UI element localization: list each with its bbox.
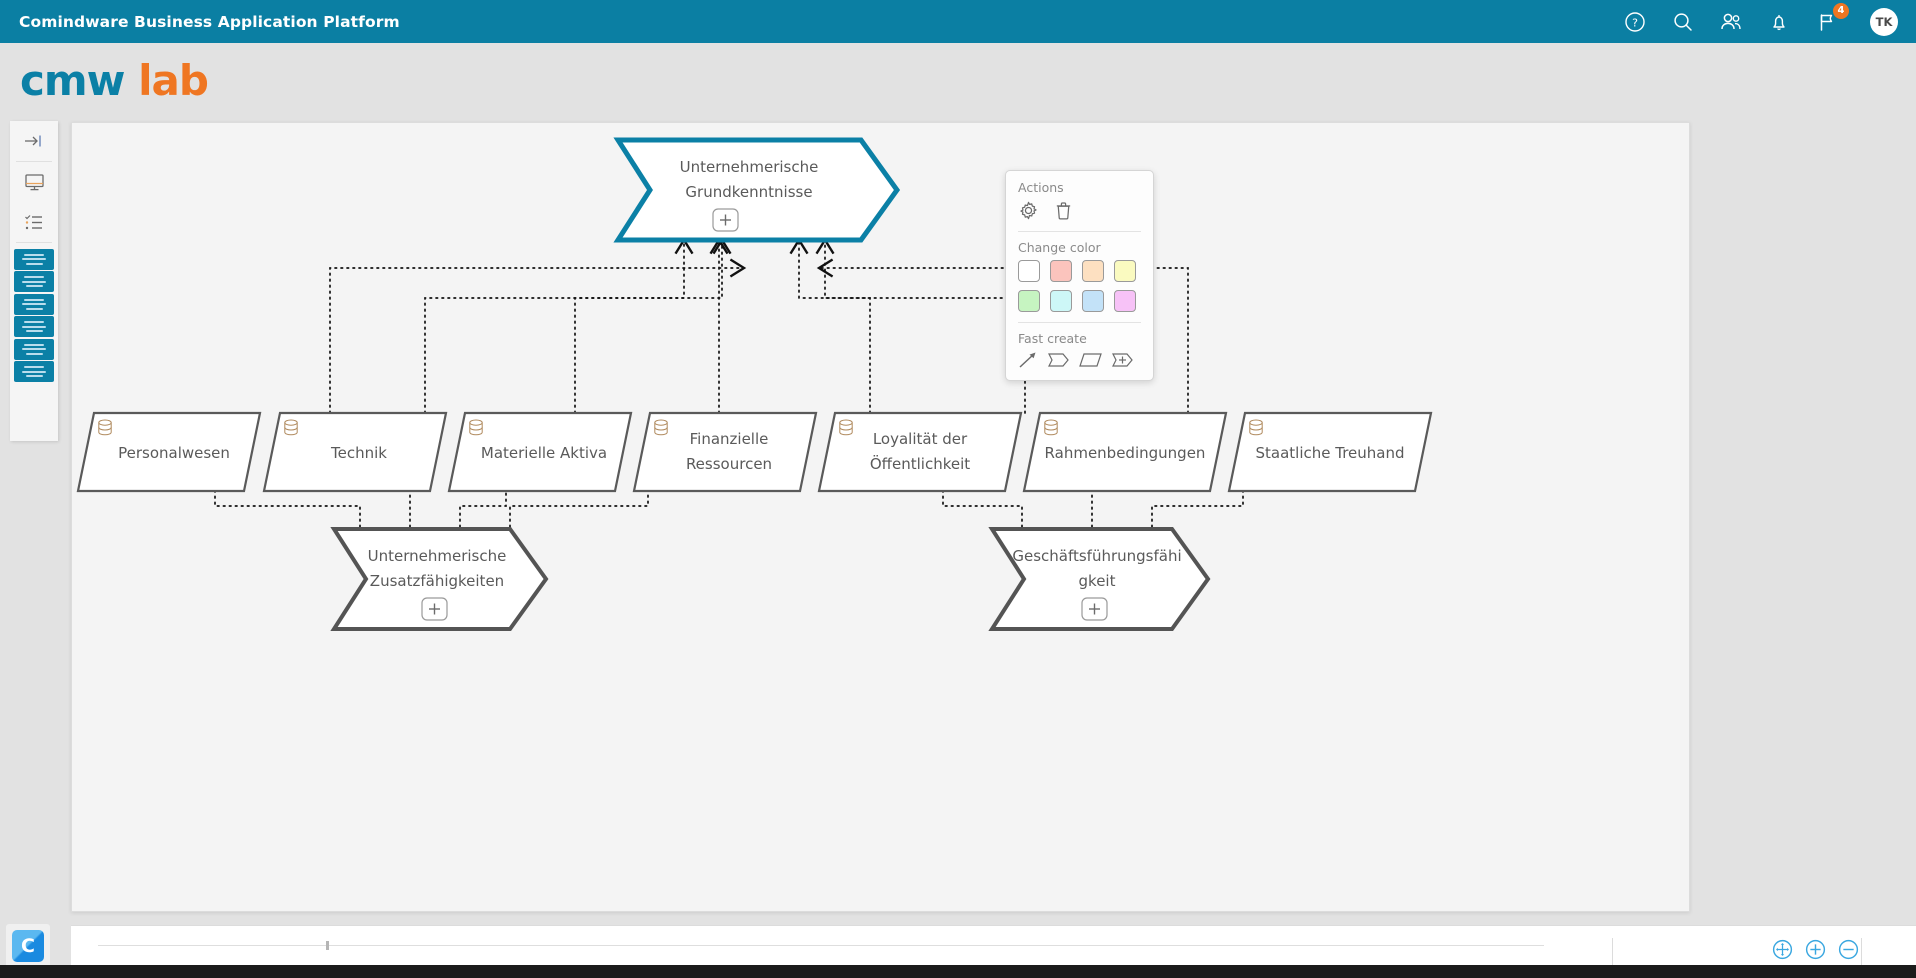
- collapse-panel-icon[interactable]: [10, 121, 58, 161]
- arrow-connector-icon[interactable]: [1018, 351, 1039, 369]
- bottom-divider-1: [1612, 938, 1613, 968]
- sidebar-item-list-4[interactable]: [14, 316, 54, 337]
- resource-node-loyalitaet-der-oeffentlichkeit[interactable]: [817, 411, 1023, 493]
- flag-badge-count: 4: [1833, 2, 1849, 19]
- color-swatch-cyan[interactable]: [1050, 290, 1072, 312]
- color-swatch-blue[interactable]: [1082, 290, 1104, 312]
- users-icon[interactable]: [1718, 9, 1744, 35]
- zoom-in-button[interactable]: [1805, 939, 1826, 960]
- color-swatch-yellow[interactable]: [1114, 260, 1136, 282]
- fit-to-screen-button[interactable]: [1772, 939, 1793, 960]
- popup-actions-title: Actions: [1018, 180, 1064, 195]
- color-swatch-green[interactable]: [1018, 290, 1040, 312]
- desktop-bottom-strip: [0, 965, 1916, 978]
- desktop-icon[interactable]: [10, 162, 58, 202]
- popup-actions-row: [1018, 200, 1141, 221]
- chevron-node-unternehmerische-grundkenntnisse[interactable]: [613, 137, 901, 243]
- checklist-icon[interactable]: [10, 202, 58, 242]
- popup-divider-1: [1018, 231, 1141, 232]
- zoom-out-button[interactable]: [1838, 939, 1859, 960]
- sidebar-item-list-6[interactable]: [14, 361, 54, 382]
- popup-change-color-title: Change color: [1018, 240, 1101, 255]
- scrollbar-handle[interactable]: [326, 941, 329, 950]
- parallelogram-shape-icon[interactable]: [1079, 351, 1103, 369]
- left-sidebar: [10, 121, 58, 441]
- color-swatch-white[interactable]: [1018, 260, 1040, 282]
- logo-lab-text: lab: [138, 56, 209, 105]
- chevron-shape-icon[interactable]: [1047, 351, 1071, 369]
- popup-fast-create-title: Fast create: [1018, 331, 1087, 346]
- diagram-svg: [76, 137, 1433, 631]
- trash-icon[interactable]: [1053, 200, 1074, 221]
- app-title: Comindware Business Application Platform: [19, 12, 400, 31]
- chevron-node-unternehmerische-zusatzfaehigkeiten[interactable]: [330, 527, 549, 631]
- sidebar-item-list-1[interactable]: [14, 248, 54, 270]
- diagram-canvas[interactable]: Unternehmerische Grundkenntnisse Unterne…: [71, 122, 1690, 912]
- resource-node-technik[interactable]: [262, 411, 448, 493]
- add-node-button[interactable]: [712, 208, 739, 232]
- svg-text:?: ?: [1632, 16, 1638, 29]
- taskbar-app-icon[interactable]: C: [12, 930, 44, 962]
- color-swatch-pink[interactable]: [1050, 260, 1072, 282]
- flag-icon[interactable]: 4: [1814, 2, 1849, 35]
- fast-create-row: [1018, 351, 1141, 369]
- popup-divider-2: [1018, 322, 1141, 323]
- resource-node-finanzielle-ressourcen[interactable]: [632, 411, 818, 493]
- resource-node-personalwesen[interactable]: [76, 411, 262, 493]
- resource-node-rahmenbedingungen[interactable]: [1022, 411, 1228, 493]
- notifications-bell-icon[interactable]: [1766, 9, 1792, 35]
- sidebar-item-list-3[interactable]: [14, 293, 54, 315]
- resource-node-materielle-aktiva[interactable]: [447, 411, 633, 493]
- color-swatch-magenta[interactable]: [1114, 290, 1136, 312]
- sidebar-item-list-5[interactable]: [14, 338, 54, 360]
- chevron-plus-shape-icon[interactable]: [1111, 351, 1135, 369]
- top-bar: Comindware Business Application Platform…: [0, 0, 1916, 43]
- resource-node-staatliche-treuhand[interactable]: [1227, 411, 1433, 493]
- sidebar-item-list-2[interactable]: [14, 271, 54, 292]
- logo-cmw-text: cmw: [20, 56, 125, 105]
- app-logo[interactable]: cmw lab: [20, 56, 209, 105]
- avatar[interactable]: TK: [1870, 7, 1898, 36]
- color-swatch-peach[interactable]: [1082, 260, 1104, 282]
- zoom-control-group: [1772, 939, 1859, 960]
- gear-icon[interactable]: [1018, 200, 1039, 221]
- chevron-node-geschaeftsfuehrungsfaehigkeit[interactable]: [988, 527, 1211, 631]
- color-swatch-grid: [1018, 260, 1141, 312]
- context-actions-popup[interactable]: Actions Change color Fast create: [1005, 170, 1154, 381]
- bottom-divider-2: [1861, 938, 1862, 968]
- search-icon[interactable]: [1670, 9, 1696, 35]
- horizontal-scrollbar[interactable]: [98, 941, 1544, 950]
- add-node-button[interactable]: [1081, 597, 1108, 621]
- help-icon[interactable]: ?: [1622, 9, 1648, 35]
- add-node-button[interactable]: [421, 597, 448, 621]
- logo-band: cmw lab: [0, 43, 1916, 121]
- sidebar-tile-group: [10, 243, 58, 382]
- topbar-icon-group: ? 4 TK: [1622, 2, 1898, 36]
